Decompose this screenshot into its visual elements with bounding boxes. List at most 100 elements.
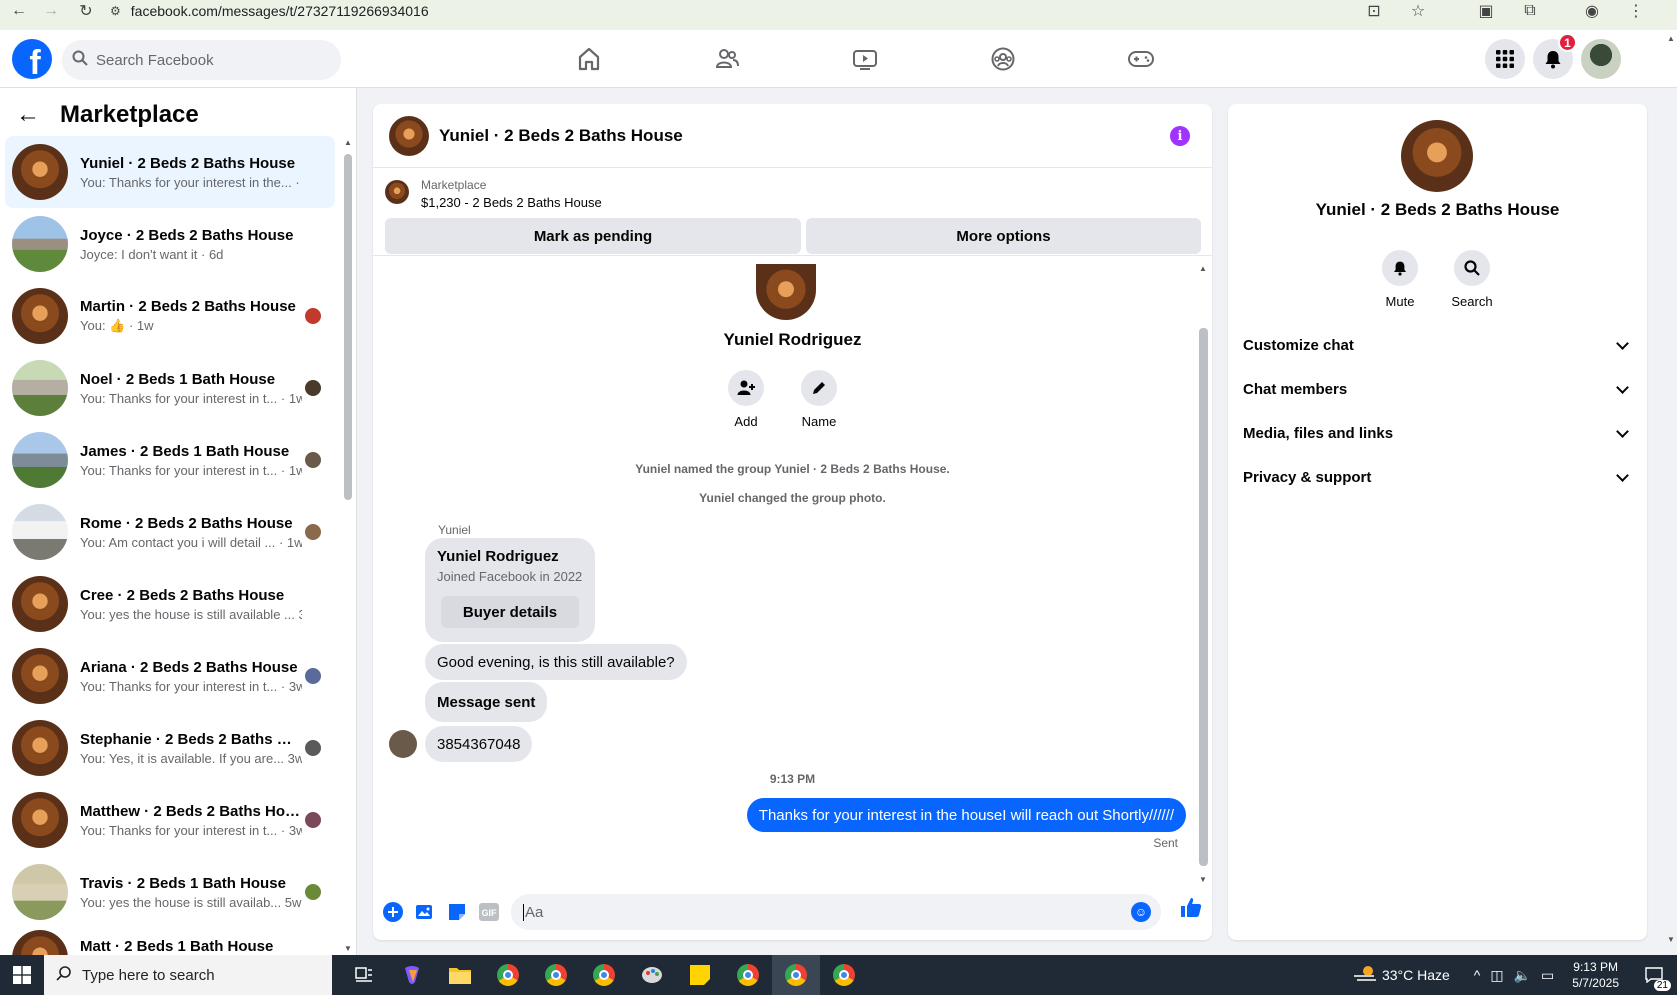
forward-icon[interactable]: → (40, 0, 62, 22)
copilot-icon[interactable] (388, 955, 436, 995)
conversation-item[interactable]: Matthew · 2 Beds 2 Baths Hou... You: Tha… (5, 784, 335, 856)
bookmark-star-icon[interactable]: ☆ (1407, 0, 1429, 22)
install-app-icon[interactable]: ⊡ (1363, 0, 1385, 22)
chat-members-section[interactable]: Chat members (1243, 374, 1633, 404)
plus-circle-icon[interactable] (377, 896, 409, 928)
scroll-down-icon[interactable]: ▼ (344, 944, 352, 953)
buyer-details-button[interactable]: Buyer details (441, 596, 579, 628)
chrome-icon[interactable] (772, 955, 820, 995)
chrome-icon[interactable] (820, 955, 868, 995)
emoji-icon[interactable]: ☺ (1131, 902, 1151, 922)
file-explorer-icon[interactable] (436, 955, 484, 995)
add-button[interactable]: Add (711, 370, 781, 429)
nav-home[interactable] (520, 30, 658, 88)
menu-grid-button[interactable] (1485, 39, 1525, 79)
outgoing-message[interactable]: Thanks for your interest in the houseI w… (746, 798, 1186, 832)
name-button[interactable]: Name (784, 370, 854, 429)
notifications-button[interactable]: 1 (1533, 33, 1577, 79)
weather-haze-icon (1353, 965, 1376, 986)
nav-groups[interactable] (934, 30, 1072, 88)
chrome-icon[interactable] (484, 955, 532, 995)
windows-start-icon[interactable] (0, 955, 44, 995)
conversation-item[interactable]: Noel · 2 Beds 1 Bath House You: Thanks f… (5, 352, 335, 424)
nav-friends[interactable] (658, 30, 796, 88)
chat-scrollbar[interactable]: ▲ ▼ (1199, 264, 1208, 884)
conversation-item[interactable]: Ariana · 2 Beds 2 Baths House You: Thank… (5, 640, 335, 712)
scroll-up-icon[interactable]: ▲ (1667, 34, 1675, 43)
info-icon[interactable]: i (1170, 126, 1190, 146)
incoming-message[interactable]: 3854367048 (425, 726, 533, 762)
bell-icon (1382, 250, 1418, 286)
conversation-item[interactable]: Martin · 2 Beds 2 Baths House You: 👍 · 1… (5, 280, 335, 352)
facebook-logo[interactable]: f (12, 39, 52, 79)
scroll-up-icon[interactable]: ▲ (344, 138, 352, 147)
back-icon[interactable]: ← (8, 0, 30, 22)
conversation-avatar (12, 144, 68, 200)
volume-icon[interactable]: 🔈 (1514, 967, 1531, 984)
conversation-item[interactable]: Cree · 2 Beds 2 Baths House You: yes the… (5, 568, 335, 640)
scroll-up-icon[interactable]: ▲ (1199, 264, 1207, 273)
nav-watch[interactable] (796, 30, 934, 88)
listing-thumbnail[interactable] (385, 180, 409, 204)
network-icon[interactable]: ◫ (1490, 967, 1503, 984)
scrollbar-thumb[interactable] (1199, 328, 1208, 866)
back-arrow-icon[interactable]: ← (16, 101, 40, 129)
menu-icon[interactable]: ⋮ (1625, 0, 1647, 22)
mute-button[interactable]: Mute (1370, 250, 1430, 309)
more-options-button[interactable]: More options (806, 218, 1201, 254)
mark-pending-button[interactable]: Mark as pending (385, 218, 801, 254)
taskbar-search[interactable]: Type here to search (44, 955, 332, 995)
task-view-icon[interactable] (340, 955, 388, 995)
system-clock[interactable]: 9:13 PM 5/7/2025 (1572, 959, 1619, 991)
sticky-notes-icon[interactable] (676, 955, 724, 995)
chrome-icon[interactable] (532, 955, 580, 995)
like-icon[interactable] (1180, 896, 1202, 924)
privacy-support-section[interactable]: Privacy & support (1243, 462, 1633, 492)
notification-center-icon[interactable]: 21 (1637, 955, 1671, 995)
account-avatar[interactable] (1581, 39, 1621, 79)
chat-avatar[interactable] (389, 115, 429, 156)
sender-avatar[interactable] (389, 730, 417, 758)
sidebar-scrollbar[interactable]: ▲ ▼ (344, 138, 352, 953)
chrome-icon[interactable] (580, 955, 628, 995)
reload-icon[interactable]: ↻ (75, 0, 97, 22)
conversation-item[interactable]: Yuniel · 2 Beds 2 Baths House You: Thank… (5, 136, 335, 208)
scrollbar-thumb[interactable] (344, 154, 352, 500)
site-info-icon[interactable]: ⚙ (110, 4, 121, 18)
customize-chat-section[interactable]: Customize chat (1243, 330, 1633, 360)
profile-icon[interactable]: ◉ (1581, 0, 1603, 22)
search-conversation-button[interactable]: Search (1442, 250, 1502, 309)
address-bar[interactable]: ⚙ facebook.com/messages/t/27327119266934… (110, 0, 429, 22)
incoming-message[interactable]: Message sent (425, 682, 548, 722)
buyer-card-subtitle: Joined Facebook in 2022 (437, 569, 583, 584)
listing-price-title[interactable]: $1,230 - 2 Beds 2 Baths House (421, 195, 602, 210)
scroll-down-icon[interactable]: ▼ (1667, 935, 1675, 944)
chevron-up-icon[interactable]: ^ (1474, 967, 1481, 983)
photo-icon[interactable] (409, 896, 441, 928)
conversation-item[interactable]: Joyce · 2 Beds 2 Baths House Joyce: I do… (5, 208, 335, 280)
message-input[interactable]: Aa ☺ (511, 894, 1161, 930)
weather-widget[interactable]: 33°C Haze (1353, 965, 1450, 986)
printer-icon[interactable]: ▣ (1475, 0, 1497, 22)
conversation-item[interactable]: Matt · 2 Beds 1 Bath House (5, 928, 335, 956)
gif-icon[interactable]: GIF (473, 896, 505, 928)
chrome-icon[interactable] (724, 955, 772, 995)
display-icon[interactable]: ▭ (1541, 967, 1554, 984)
conversation-item[interactable]: Rome · 2 Beds 2 Baths House You: Am cont… (5, 496, 335, 568)
search-input[interactable]: Search Facebook (62, 40, 341, 80)
incoming-message[interactable]: Good evening, is this still available? (425, 644, 687, 680)
conversation-item[interactable]: Stephanie · 2 Beds 2 Baths Ho... You: Ye… (5, 712, 335, 784)
media-files-section[interactable]: Media, files and links (1243, 418, 1633, 448)
paint-icon[interactable] (628, 955, 676, 995)
chat-title[interactable]: Yuniel · 2 Beds 2 Baths House (439, 126, 683, 146)
sticker-icon[interactable] (441, 896, 473, 928)
extensions-icon[interactable]: ⧉ (1519, 0, 1541, 22)
scroll-down-icon[interactable]: ▼ (1199, 875, 1207, 884)
nav-gaming[interactable] (1072, 30, 1210, 88)
page-scrollbar[interactable]: ▲ ▼ (1665, 30, 1677, 950)
url-text: facebook.com/messages/t/2732711926693401… (130, 3, 429, 19)
conversation-item[interactable]: James · 2 Beds 1 Bath House You: Thanks … (5, 424, 335, 496)
browser-toolbar: ← → ↻ ⚙ facebook.com/messages/t/27327119… (0, 0, 1677, 30)
conversation-item[interactable]: Travis · 2 Beds 1 Bath House You: yes th… (5, 856, 335, 928)
conversation-list: Yuniel · 2 Beds 2 Baths House You: Thank… (5, 136, 335, 956)
